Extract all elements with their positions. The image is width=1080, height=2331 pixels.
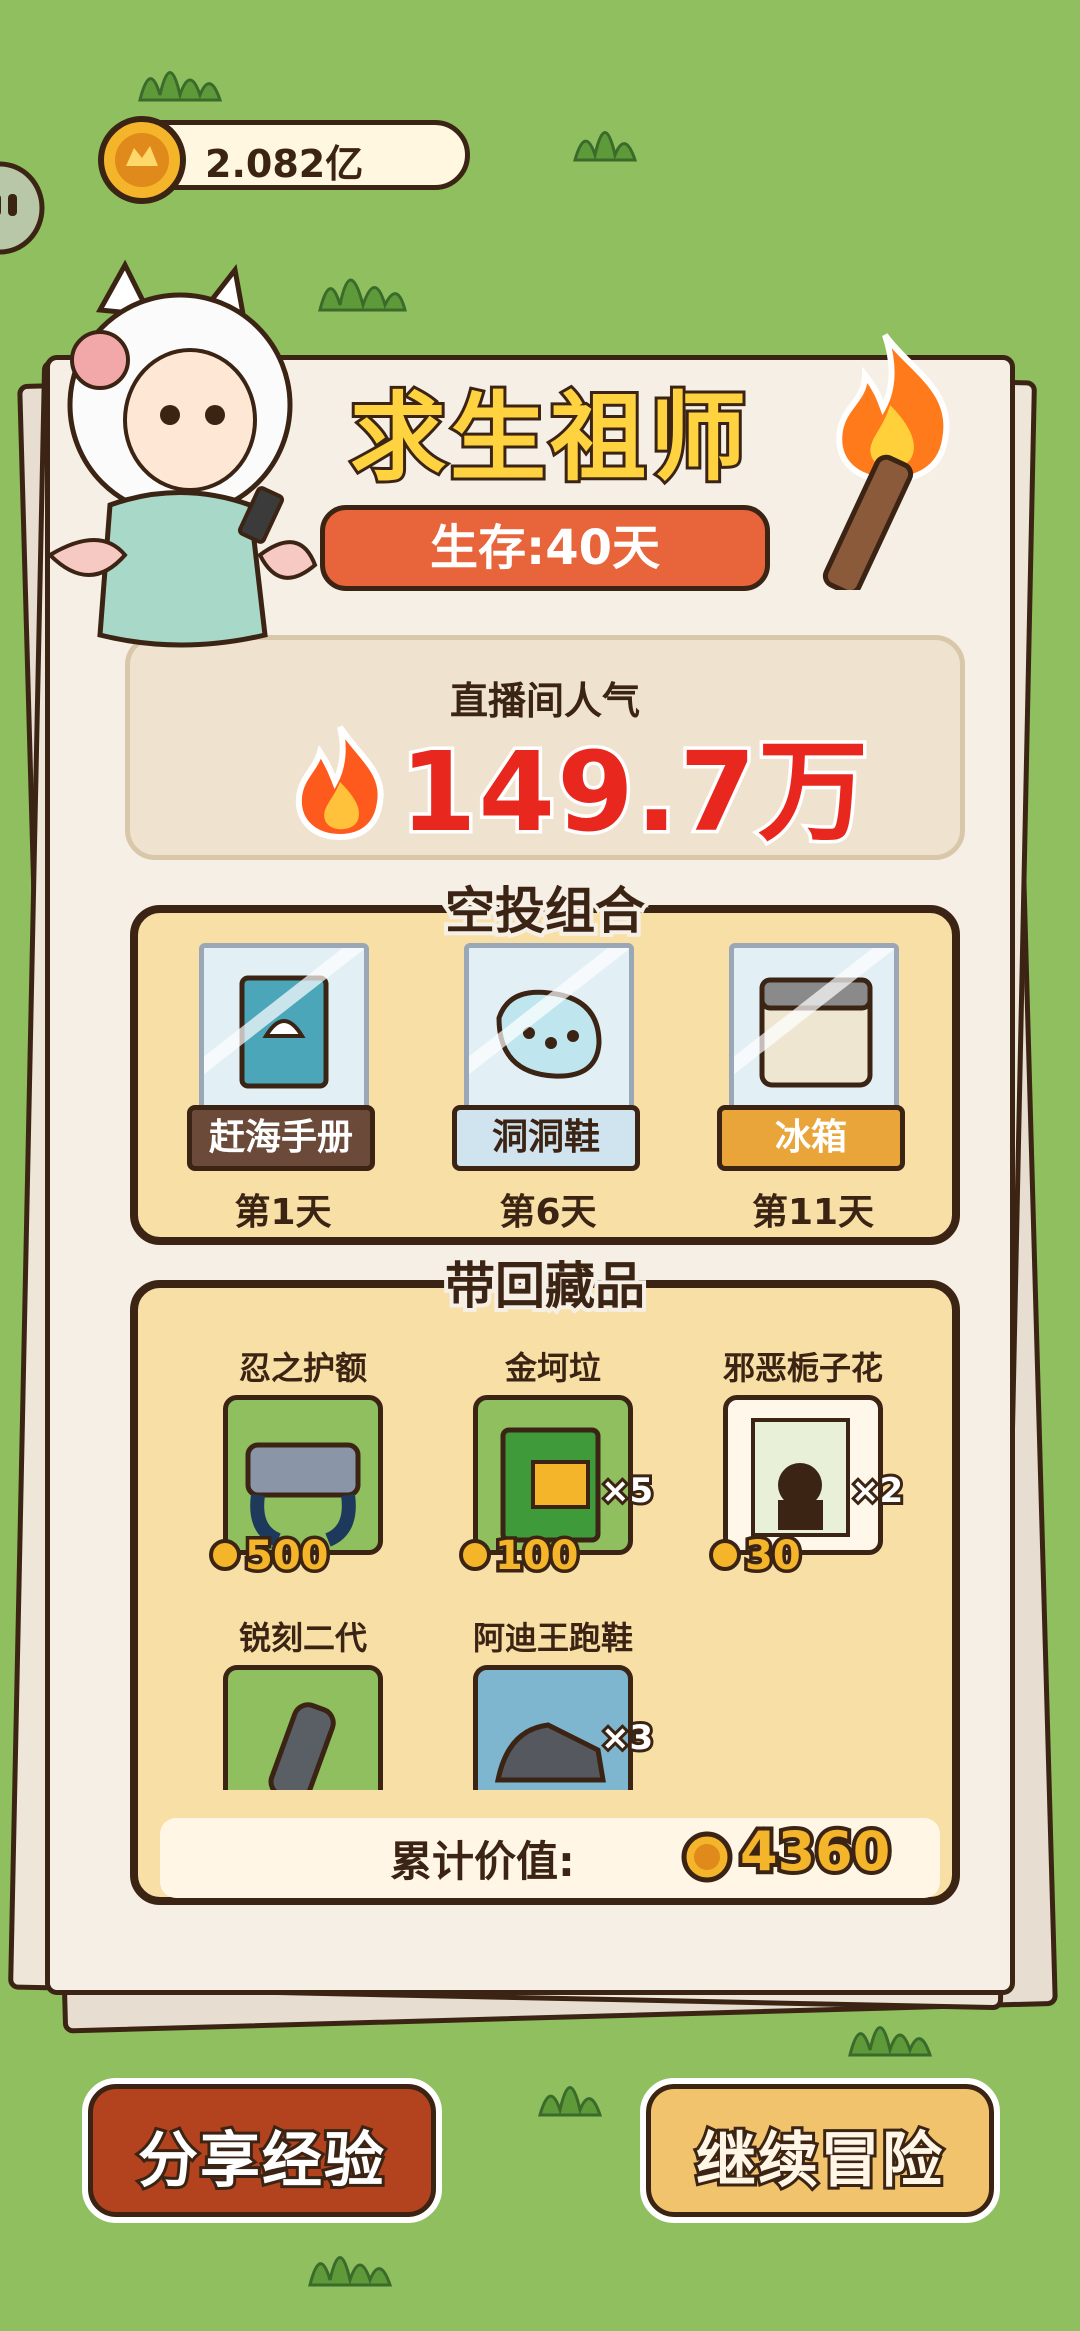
coin-amount: 2.082亿 <box>205 142 364 186</box>
popularity-value: 149.7万 <box>397 725 872 860</box>
airdrop-tag: 冰箱 <box>717 1105 905 1171</box>
total-value: 4360 <box>736 1816 894 1887</box>
share-experience-button[interactable]: 分享经验 <box>82 2078 442 2223</box>
collectible-price: 100 <box>459 1530 582 1583</box>
airdrop-title: 空投组合 <box>441 878 649 944</box>
coin-icon <box>459 1539 491 1571</box>
continue-adventure-button[interactable]: 继续冒险 <box>640 2078 1000 2223</box>
character-illustration <box>30 255 320 675</box>
coin-icon <box>709 1539 741 1571</box>
side-menu-icon[interactable] <box>0 160 46 256</box>
total-value-bar: 累计价值: 4360 <box>160 1816 940 1898</box>
airdrop-tag: 赶海手册 <box>187 1105 375 1171</box>
grass-decoration <box>535 2065 605 2120</box>
grass-decoration <box>135 50 225 105</box>
airdrop-day: 第6天 <box>499 1192 597 1233</box>
collectibles-section: 带回藏品 忍之护额 500 金坷垃 ×5 100 邪恶栀子花 ×2 30 锐刻二… <box>130 1253 960 1905</box>
airdrop-day: 第11天 <box>751 1192 875 1233</box>
item-image <box>464 943 634 1118</box>
item-image <box>729 943 899 1118</box>
collectible-price: 30 <box>709 1530 804 1583</box>
share-button-label: 分享经验 <box>135 2123 387 2199</box>
grass-decoration <box>315 255 410 315</box>
collectible-name: 金坷垃 <box>504 1349 601 1387</box>
collectibles-title: 带回藏品 <box>441 1253 649 1319</box>
collectible-name: 忍之护额 <box>238 1349 367 1387</box>
collectible-qty: ×2 <box>848 1468 906 1514</box>
continue-button-label: 继续冒险 <box>693 2123 945 2199</box>
coin-icon <box>680 1830 734 1884</box>
collectible-name: 阿迪王跑鞋 <box>472 1619 633 1657</box>
torch-icon <box>805 330 965 596</box>
collectible-name: 邪恶栀子花 <box>722 1349 883 1387</box>
collectible-price: 500 <box>209 1530 332 1583</box>
item-image <box>223 1665 383 1790</box>
grass-decoration <box>845 2005 935 2060</box>
collectible-qty: ×3 <box>598 1715 656 1761</box>
coin-icon <box>209 1539 241 1571</box>
airdrop-section: 空投组合 赶海手册 第1天 洞洞鞋 第6天 冰箱 第11天 <box>130 878 960 1245</box>
item-image <box>223 1395 383 1555</box>
collectible-name: 锐刻二代 <box>238 1619 367 1657</box>
total-label: 累计价值: <box>390 1837 575 1886</box>
item-image <box>199 943 369 1118</box>
grass-decoration <box>305 2235 395 2290</box>
collectible-qty: ×5 <box>598 1468 656 1514</box>
page-title: 求生祖师 <box>347 379 750 497</box>
airdrop-tag: 洞洞鞋 <box>452 1105 640 1171</box>
grass-decoration <box>570 110 640 165</box>
survival-days-badge: 生存:40天 <box>320 505 770 591</box>
fire-icon <box>285 722 395 842</box>
airdrop-day: 第1天 <box>234 1192 332 1233</box>
coin-icon <box>96 114 188 206</box>
